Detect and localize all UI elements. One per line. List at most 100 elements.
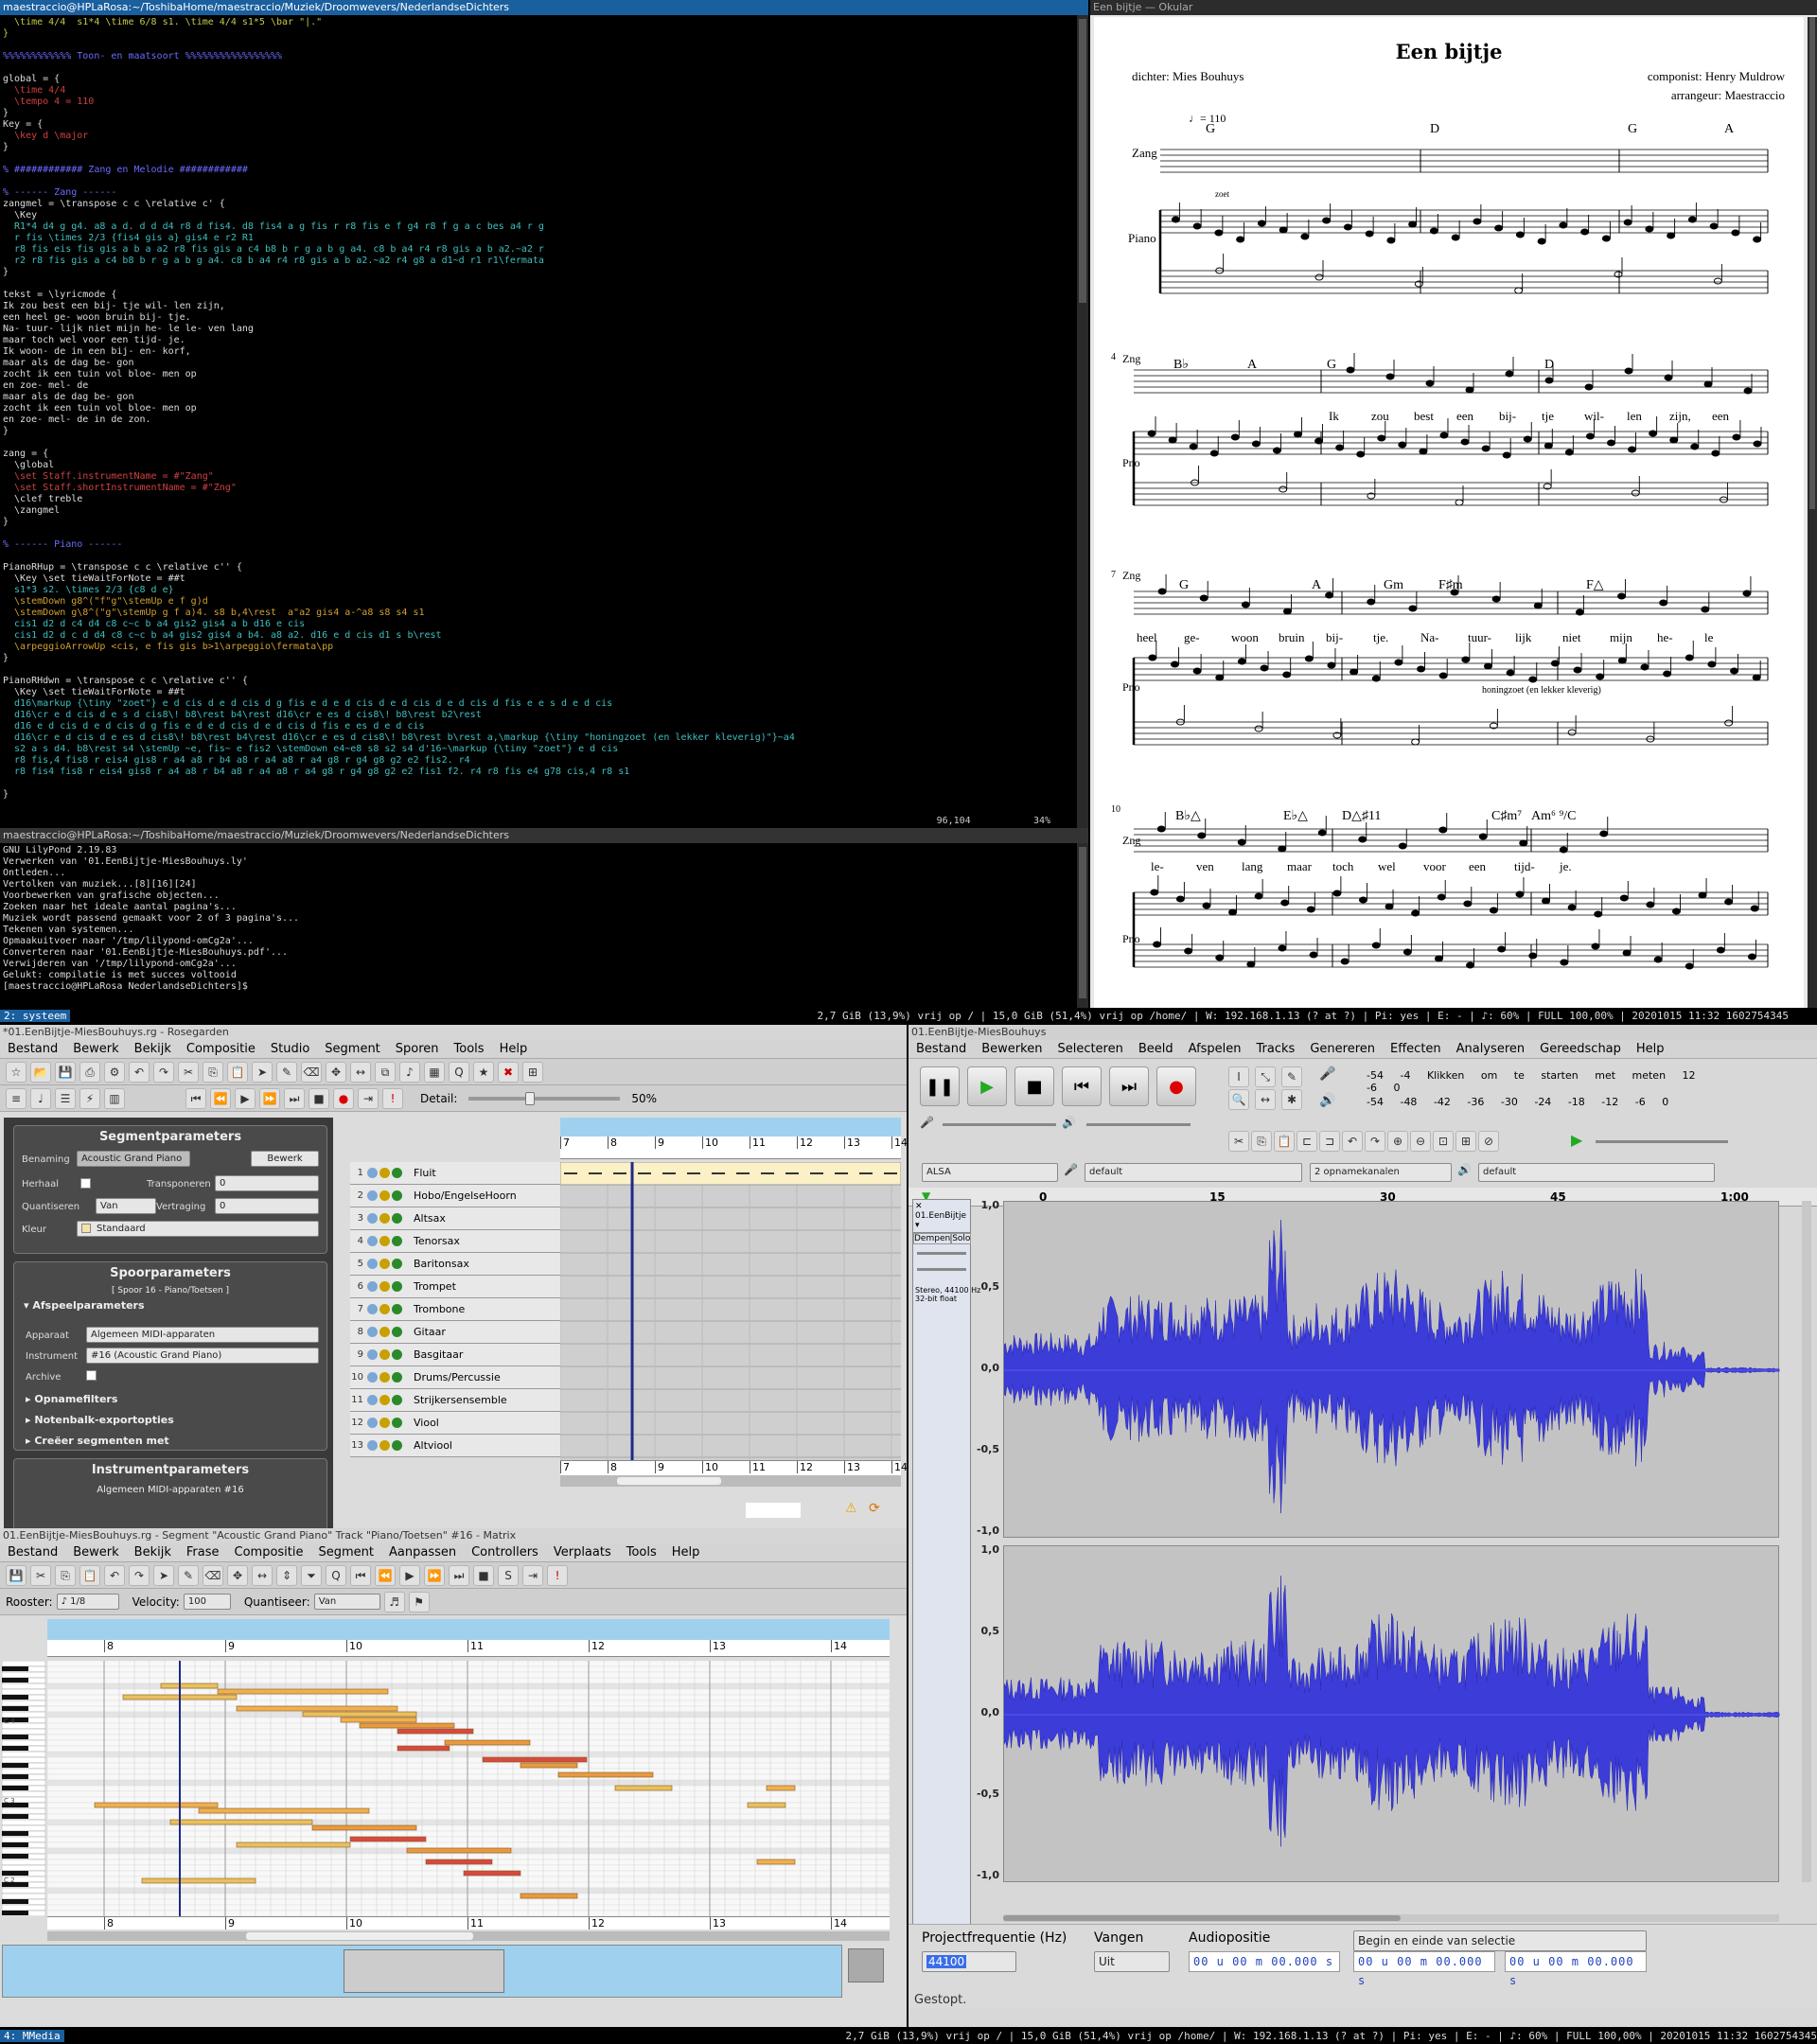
metronome-icon[interactable]: ♩ (30, 1087, 51, 1109)
piano-icon[interactable]: ▥ (104, 1087, 125, 1109)
text-editor-window[interactable]: maestraccio@HPLaRosa:~/ToshibaHome/maest… (0, 0, 1088, 828)
track-row[interactable]: 1 Fluit (350, 1162, 560, 1185)
note-event[interactable] (614, 1785, 673, 1791)
note-event[interactable] (463, 1870, 521, 1877)
rosegarden-menubar[interactable]: Bestand Bewerk Bekijk Compositie Studio Segme… (0, 1040, 907, 1059)
matrix-bar-ruler[interactable]: 8 9 10 11 12 13 14 (47, 1640, 890, 1657)
redo-icon[interactable]: ↷ (129, 1564, 150, 1586)
gain-slider[interactable] (917, 1252, 966, 1255)
toggle-icon[interactable]: ⊞ (522, 1061, 543, 1083)
menu-frase[interactable]: Frase (179, 1545, 227, 1559)
solo-button[interactable]: Solo (951, 1233, 972, 1244)
note-event[interactable] (349, 1836, 427, 1842)
mute-led-icon[interactable] (379, 1213, 390, 1224)
menu-segment[interactable]: Segment (317, 1042, 388, 1056)
mute-button[interactable]: Dempen (913, 1233, 952, 1244)
delete-icon[interactable]: ✖ (498, 1061, 519, 1083)
mute-led-icon[interactable] (379, 1418, 390, 1428)
record-led-icon[interactable] (367, 1259, 378, 1269)
rewind-start-icon[interactable]: ⏮ (350, 1564, 371, 1586)
archive-checkbox[interactable] (86, 1370, 97, 1381)
track-row[interactable]: 2 Hobo/EngelseHoorn (350, 1185, 560, 1207)
note-event[interactable] (756, 1859, 796, 1865)
menu-tools[interactable]: Tools (619, 1545, 664, 1559)
solo-led-icon[interactable] (392, 1213, 402, 1224)
record-button[interactable]: ● (1156, 1066, 1196, 1106)
channels-select[interactable]: 2 opnamekanalen (1310, 1163, 1452, 1182)
fit-project-icon[interactable]: ⊞ (1455, 1131, 1476, 1152)
segment-canvas[interactable] (559, 1161, 902, 1460)
resize-tool-icon[interactable]: ↔ (350, 1061, 371, 1083)
resize-tool-icon[interactable]: ↔ (252, 1564, 273, 1586)
menu-aanpassen[interactable]: Aanpassen (381, 1545, 464, 1559)
mute-led-icon[interactable] (379, 1349, 390, 1360)
select-tool-icon[interactable]: ➤ (153, 1564, 174, 1586)
skip-end-button[interactable]: ⏭ (1109, 1066, 1149, 1106)
record-led-icon[interactable] (367, 1372, 378, 1383)
solo-led-icon[interactable] (392, 1418, 402, 1428)
zoom-out-icon[interactable]: ⊖ (1410, 1131, 1431, 1152)
menu-bekijk[interactable]: Bekijk (127, 1545, 179, 1559)
selection-tool-icon[interactable]: I (1228, 1066, 1249, 1087)
detail-slider[interactable] (468, 1091, 621, 1105)
solo-led-icon[interactable] (392, 1349, 402, 1360)
menu-controllers[interactable]: Controllers (464, 1545, 546, 1559)
move-tool-icon[interactable]: ✥ (227, 1564, 248, 1586)
solo-led-icon[interactable] (392, 1372, 402, 1383)
record-led-icon[interactable] (367, 1236, 378, 1246)
multi-tool-icon[interactable]: ✱ (1281, 1089, 1302, 1110)
note-event[interactable] (557, 1771, 654, 1778)
menu-tracks[interactable]: Tracks (1249, 1042, 1303, 1056)
play-icon[interactable]: ▶ (399, 1564, 420, 1586)
selection-toolbar[interactable]: Projectfrequentie (Hz) 44100 Vangen Uit … (908, 1924, 1817, 2009)
velocity-tool-icon[interactable]: ⇕ (276, 1564, 297, 1586)
record-led-icon[interactable] (367, 1304, 378, 1314)
copy-icon[interactable]: ⎘ (55, 1564, 76, 1586)
print-icon[interactable]: ⎙ (79, 1061, 100, 1083)
filter-icon[interactable]: ⏷ (301, 1564, 322, 1586)
undo-icon[interactable]: ↶ (104, 1564, 125, 1586)
solo-led-icon[interactable] (392, 1236, 402, 1246)
cut-icon[interactable]: ✂ (1228, 1131, 1249, 1152)
overview-panel[interactable] (2, 1945, 842, 1998)
note-event[interactable] (444, 1739, 531, 1746)
velocity-ruler-icon[interactable] (848, 1948, 884, 1982)
menu-studio[interactable]: Studio (263, 1042, 317, 1056)
audacity-vscroll[interactable] (1802, 1201, 1811, 1882)
note-event[interactable] (406, 1847, 512, 1854)
note-event[interactable] (397, 1728, 474, 1735)
timeshift-tool-icon[interactable]: ↔ (1255, 1089, 1276, 1110)
note-event[interactable] (141, 1877, 256, 1884)
warning-icon[interactable]: ⚠ (845, 1501, 857, 1516)
quantize-icon[interactable]: Q (449, 1061, 469, 1083)
paste-icon[interactable]: 📋 (1274, 1131, 1295, 1152)
record-led-icon[interactable] (367, 1168, 378, 1178)
solo-led-icon[interactable] (392, 1281, 402, 1292)
save-icon[interactable]: 💾 (55, 1061, 76, 1083)
vertraging-select[interactable]: 0 (215, 1198, 319, 1214)
terminal-scrollbar[interactable] (1077, 843, 1088, 1008)
solo-icon[interactable]: S (498, 1564, 519, 1586)
copy-icon[interactable]: ⎘ (1251, 1131, 1272, 1152)
segment-block[interactable] (559, 1161, 902, 1186)
open-icon[interactable]: 📂 (30, 1061, 51, 1083)
fit-selection-icon[interactable]: ⊡ (1433, 1131, 1454, 1152)
transponeren-select[interactable]: 0 (215, 1175, 319, 1191)
redo-icon[interactable]: ↷ (1365, 1131, 1385, 1152)
workspace-indicator[interactable]: 2: systeem (0, 1010, 71, 1022)
track-name-button[interactable]: ✕ 01.EenBijtje ▾ (913, 1200, 970, 1233)
selection-end-field[interactable]: 00 u 00 m 00.000 s (1505, 1951, 1647, 1987)
quantiseer-select[interactable]: Van (313, 1594, 380, 1610)
track-control-panel[interactable]: ✕ 01.EenBijtje ▾ Dempen Solo Stereo, 441… (912, 1199, 980, 1960)
record-led-icon[interactable] (367, 1327, 378, 1337)
mute-led-icon[interactable] (379, 1440, 390, 1451)
note-event[interactable] (311, 1824, 417, 1831)
new-icon[interactable]: ☆ (6, 1061, 26, 1083)
play-icon[interactable]: ▶ (235, 1087, 256, 1109)
record-icon[interactable]: ● (333, 1087, 354, 1109)
note-event[interactable] (217, 1688, 389, 1695)
note-event[interactable] (766, 1785, 796, 1791)
menu-bewerk[interactable]: Bewerk (65, 1545, 126, 1559)
track-row[interactable]: 5 Baritonsax (350, 1253, 560, 1276)
pan-slider[interactable] (917, 1268, 966, 1271)
